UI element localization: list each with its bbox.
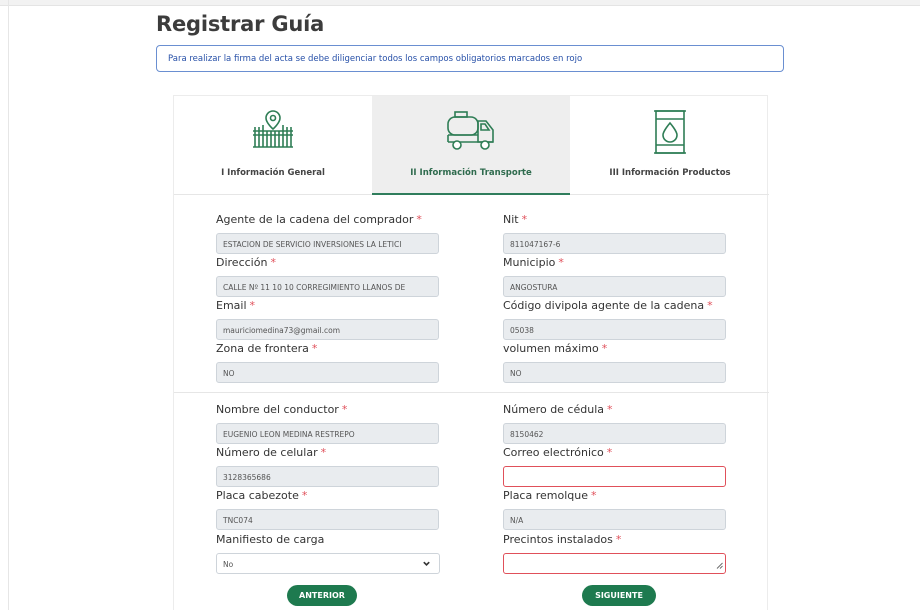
browser-top-strip <box>0 0 920 6</box>
conductor-label: Nombre del conductor * <box>216 403 348 416</box>
required-fields-notice: Para realizar la firma del acta se debe … <box>156 45 784 72</box>
tab-label: III Información Productos <box>609 168 731 178</box>
email-label: Email * <box>216 299 256 312</box>
tab-label: I Información General <box>221 168 325 178</box>
correo-input[interactable] <box>503 466 726 487</box>
direccion-input[interactable]: CALLE Nº 11 10 10 CORREGIMIENTO LLANOS D… <box>216 276 439 297</box>
divipola-label: Código divipola agente de la cadena * <box>503 299 713 312</box>
precintos-textarea[interactable] <box>503 553 726 574</box>
manifiesto-select[interactable]: No <box>216 553 440 574</box>
section-divider <box>174 392 769 393</box>
municipio-label: Municipio * <box>503 256 564 269</box>
tab-informacion-transporte[interactable]: II Información Transporte <box>372 96 570 195</box>
resize-handle-icon[interactable] <box>716 562 723 571</box>
placa-remolque-input[interactable]: N/A <box>503 509 726 530</box>
manifiesto-label: Manifiesto de carga <box>216 533 325 546</box>
nit-input[interactable]: 811047167-6 <box>503 233 726 254</box>
chevron-down-icon <box>422 559 431 570</box>
municipio-input[interactable]: ANGOSTURA <box>503 276 726 297</box>
manifiesto-selected-value: No <box>223 560 234 569</box>
oil-barrel-icon <box>652 109 688 160</box>
fence-location-icon <box>249 109 297 154</box>
celular-input[interactable]: 3128365686 <box>216 466 439 487</box>
next-button[interactable]: SIGUIENTE <box>582 585 656 606</box>
placa-remolque-label: Placa remolque * <box>503 489 597 502</box>
direccion-label: Dirección * <box>216 256 276 269</box>
volumen-maximo-input[interactable]: NO <box>503 362 726 383</box>
email-input[interactable]: mauriciomedina73@gmail.com <box>216 319 439 340</box>
previous-button[interactable]: ANTERIOR <box>287 585 357 606</box>
nit-label: Nit * <box>503 213 528 226</box>
placa-cabezote-input[interactable]: TNC074 <box>216 509 439 530</box>
form-card: I Información General II Información Tra… <box>173 95 769 610</box>
tab-informacion-general[interactable]: I Información General <box>174 96 372 195</box>
step-tabs: I Información General II Información Tra… <box>174 96 769 195</box>
conductor-input[interactable]: EUGENIO LEON MEDINA RESTREPO <box>216 423 439 444</box>
celular-label: Número de celular * <box>216 446 327 459</box>
notice-text: Para realizar la firma del acta se debe … <box>168 54 583 64</box>
agente-input[interactable]: ESTACION DE SERVICIO INVERSIONES LA LETI… <box>216 233 439 254</box>
volumen-maximo-label: volumen máximo * <box>503 342 608 355</box>
precintos-label: Precintos instalados * <box>503 533 622 546</box>
zona-frontera-label: Zona de frontera * <box>216 342 318 355</box>
correo-label: Correo electrónico * <box>503 446 613 459</box>
page-title: Registrar Guía <box>156 12 325 36</box>
placa-cabezote-label: Placa cabezote * <box>216 489 308 502</box>
left-border <box>8 0 9 610</box>
divipola-input[interactable]: 05038 <box>503 319 726 340</box>
zona-frontera-input[interactable]: NO <box>216 362 439 383</box>
cedula-label: Número de cédula * <box>503 403 613 416</box>
tab-label: II Información Transporte <box>410 168 532 178</box>
cedula-input[interactable]: 8150462 <box>503 423 726 444</box>
tab-informacion-productos[interactable]: III Información Productos <box>571 96 769 195</box>
tanker-truck-icon <box>445 109 497 156</box>
agente-label: Agente de la cadena del comprador * <box>216 213 422 226</box>
